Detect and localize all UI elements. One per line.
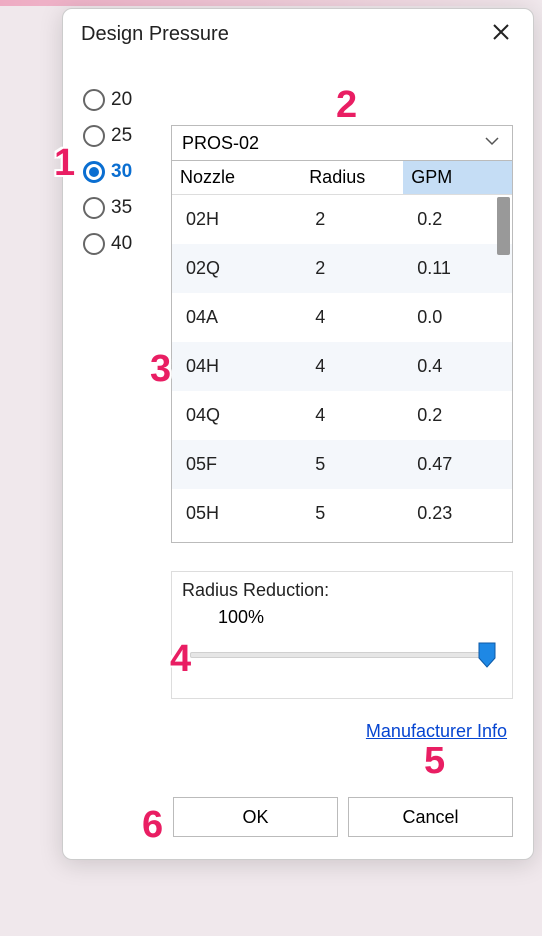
- pressure-radio-25[interactable]: 25: [83, 125, 153, 147]
- nozzle-table-container: Nozzle Radius GPM 02H20.202Q20.1104A40.0…: [171, 161, 513, 543]
- cell-gpm: 0.2: [403, 195, 512, 245]
- cell-gpm: 0.47: [403, 440, 512, 489]
- radio-label: 30: [111, 161, 132, 183]
- slider-thumb-icon[interactable]: [478, 642, 496, 668]
- cell-radius: 2: [301, 244, 403, 293]
- cell-gpm: 0.0: [403, 293, 512, 342]
- pressure-radio-40[interactable]: 40: [83, 233, 153, 255]
- cancel-button[interactable]: Cancel: [348, 797, 513, 837]
- dialog-title: Design Pressure: [81, 23, 229, 46]
- cell-radius: 4: [301, 391, 403, 440]
- pressure-radio-30[interactable]: 30: [83, 161, 153, 183]
- cell-nozzle: 04A: [172, 293, 301, 342]
- radio-icon: [83, 233, 105, 255]
- cell-radius: 4: [301, 342, 403, 391]
- dropdown-value: PROS-02: [182, 133, 259, 154]
- cell-radius: 5: [301, 489, 403, 538]
- cell-nozzle: 05F: [172, 440, 301, 489]
- right-column: PROS-02 Nozzle Radius GPM 02H20.202Q20.1…: [171, 85, 513, 797]
- cell-gpm: 0.2: [403, 391, 512, 440]
- table-row[interactable]: 05F50.47: [172, 440, 512, 489]
- link-row: Manufacturer Info: [171, 721, 513, 742]
- radius-reduction-panel: Radius Reduction: 100%: [171, 571, 513, 699]
- ok-button[interactable]: OK: [173, 797, 338, 837]
- radius-reduction-value: 100%: [182, 607, 502, 628]
- table-row[interactable]: 04A40.0: [172, 293, 512, 342]
- pressure-radio-group: 20 25 30 35 40: [83, 85, 153, 797]
- dialog-content: 20 25 30 35 40 PROS-02: [63, 55, 533, 797]
- cell-nozzle: 04H: [172, 342, 301, 391]
- dialog-button-row: OK Cancel: [63, 797, 533, 855]
- manufacturer-info-link[interactable]: Manufacturer Info: [366, 721, 507, 741]
- close-icon: [491, 22, 511, 47]
- table-row[interactable]: 02H20.2: [172, 195, 512, 245]
- table-row[interactable]: 05H50.23: [172, 489, 512, 538]
- cell-radius: 4: [301, 293, 403, 342]
- cell-gpm: 0.4: [403, 342, 512, 391]
- pressure-radio-20[interactable]: 20: [83, 89, 153, 111]
- titlebar: Design Pressure: [63, 9, 533, 55]
- cell-gpm: 0.23: [403, 489, 512, 538]
- table-row[interactable]: 02Q20.11: [172, 244, 512, 293]
- pressure-radio-35[interactable]: 35: [83, 197, 153, 219]
- radio-icon: [83, 197, 105, 219]
- slider-track: [190, 652, 494, 658]
- cell-nozzle: 05H: [172, 489, 301, 538]
- table-row[interactable]: 04H40.4: [172, 342, 512, 391]
- radio-label: 35: [111, 197, 132, 219]
- chevron-down-icon: [484, 133, 500, 154]
- radius-reduction-label: Radius Reduction:: [182, 580, 502, 601]
- design-pressure-dialog: Design Pressure 20 25 30 35: [62, 8, 534, 860]
- radio-icon: [83, 89, 105, 111]
- col-nozzle[interactable]: Nozzle: [172, 161, 301, 195]
- radius-reduction-slider[interactable]: [182, 644, 502, 672]
- radio-label: 20: [111, 89, 132, 111]
- scrollbar-thumb[interactable]: [497, 197, 510, 255]
- cell-radius: 5: [301, 440, 403, 489]
- cell-nozzle: 02H: [172, 195, 301, 245]
- radio-icon: [83, 125, 105, 147]
- cell-nozzle: 04Q: [172, 391, 301, 440]
- table-row[interactable]: 04Q40.2: [172, 391, 512, 440]
- cell-nozzle: 02Q: [172, 244, 301, 293]
- radio-icon: [83, 161, 105, 183]
- cell-gpm: 0.11: [403, 244, 512, 293]
- radio-label: 25: [111, 125, 132, 147]
- nozzle-table: Nozzle Radius GPM 02H20.202Q20.1104A40.0…: [172, 161, 512, 538]
- product-dropdown[interactable]: PROS-02: [171, 125, 513, 161]
- col-radius[interactable]: Radius: [301, 161, 403, 195]
- close-button[interactable]: [487, 20, 515, 48]
- col-gpm[interactable]: GPM: [403, 161, 512, 195]
- cell-radius: 2: [301, 195, 403, 245]
- radio-label: 40: [111, 233, 132, 255]
